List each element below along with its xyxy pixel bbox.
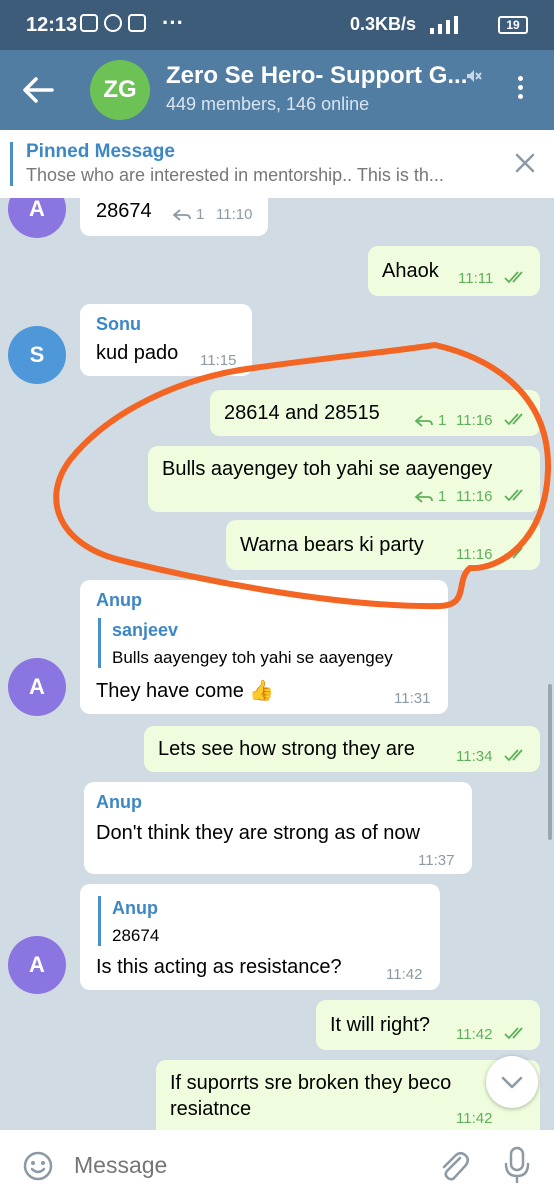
message-time: 11:15 [200, 352, 237, 369]
paytm-notification-icon [128, 14, 146, 32]
message-bubble[interactable]: It will right? 11:42 [316, 1000, 540, 1050]
avatar[interactable]: S [8, 326, 66, 384]
message-bubble[interactable]: Lets see how strong they are 11:34 [144, 726, 540, 772]
reply-quote-bar [98, 896, 101, 946]
status-time: 12:13 [26, 14, 78, 36]
double-check-icon [504, 547, 523, 560]
message-input[interactable] [74, 1150, 414, 1180]
message-bubble[interactable]: 28674 1 11:10 [80, 198, 268, 236]
message-time: 11:16 [456, 412, 493, 429]
scroll-to-bottom-button[interactable] [486, 1056, 538, 1108]
message-bubble[interactable]: Ahaok 11:11 [368, 246, 540, 296]
sender-name[interactable]: Sonu [96, 314, 141, 335]
group-member-count: 449 members, 146 online [166, 94, 370, 114]
double-check-icon [504, 413, 523, 426]
message-notification-icon [80, 14, 98, 32]
sender-name[interactable]: Anup [96, 590, 142, 611]
message-text-line2: resiatnce [170, 1098, 252, 1120]
close-icon[interactable] [512, 150, 538, 176]
whatsapp-notification-icon [104, 14, 122, 32]
reply-text[interactable]: Bulls aayengey toh yahi se aayengey [112, 648, 393, 668]
more-notifications-icon: ··· [162, 10, 184, 35]
double-check-icon [504, 271, 523, 284]
pinned-text: Those who are interested in mentorship..… [26, 165, 444, 185]
group-avatar[interactable]: ZG [90, 60, 150, 120]
message-time: 11:34 [456, 748, 493, 765]
message-time: 11:37 [418, 852, 455, 869]
scrollbar[interactable] [548, 684, 552, 840]
message-text: It will right? [330, 1014, 431, 1036]
message-bubble[interactable]: Anup sanjeev Bulls aayengey toh yahi se … [80, 580, 448, 714]
chat-header: ZG Zero Se Hero- Support G... 449 member… [0, 50, 554, 130]
avatar[interactable]: A [8, 936, 66, 994]
status-bar: 12:13 ··· 0.3KB/s 19 [0, 0, 554, 50]
message-text: Lets see how strong they are [158, 738, 415, 760]
reply-count: 1 [438, 412, 447, 429]
message-time: 11:31 [394, 690, 431, 707]
group-title[interactable]: Zero Se Hero- Support G... [166, 62, 466, 90]
message-text: kud pado [96, 342, 179, 364]
message-time: 11:16 [456, 488, 493, 505]
message-list[interactable]: A 28674 1 11:10 Ahaok 11:11 S Sonu kud p… [0, 198, 554, 1130]
message-bubble[interactable]: 28614 and 28515 1 11:16 [210, 390, 540, 436]
double-check-icon [504, 749, 523, 762]
mic-icon[interactable] [502, 1146, 532, 1184]
message-time: 11:11 [458, 270, 494, 287]
signal-icon [430, 14, 458, 34]
battery-icon: 19 [498, 16, 528, 34]
reply-quote-bar [98, 618, 101, 668]
reply-count-icon [414, 415, 433, 427]
message-bubble[interactable]: Warna bears ki party 11:16 [226, 520, 540, 570]
reply-count: 1 [196, 206, 205, 223]
reply-count: 1 [438, 488, 447, 505]
sender-name[interactable]: Anup [96, 792, 142, 813]
message-time: 11:16 [456, 546, 493, 563]
double-check-icon [504, 489, 523, 502]
message-text: Is this acting as resistance? [96, 956, 342, 978]
message-text: Warna bears ki party [240, 534, 424, 556]
message-bubble[interactable]: Sonu kud pado 11:15 [80, 304, 252, 376]
notification-icons [80, 14, 146, 32]
attach-icon[interactable] [436, 1148, 470, 1184]
message-text: They have come 👍 [96, 680, 275, 702]
reply-text[interactable]: 28674 [112, 926, 159, 946]
message-bubble[interactable]: Bulls aayengey toh yahi se aayengey 1 11… [148, 446, 540, 512]
message-text: 28674 [96, 200, 152, 222]
message-text-line1: If suporrts sre broken they beco [170, 1072, 452, 1094]
reply-count-icon [172, 209, 191, 221]
message-time: 11:42 [456, 1110, 493, 1127]
message-bubble[interactable]: Anup 28674 Is this acting as resistance?… [80, 884, 440, 990]
mute-icon [467, 70, 482, 82]
pinned-label: Pinned Message [26, 141, 175, 162]
reply-count-icon [414, 491, 433, 503]
back-arrow-icon[interactable] [18, 72, 58, 108]
avatar[interactable]: A [8, 198, 66, 238]
pinned-indicator [10, 142, 13, 186]
chevron-down-icon [501, 1076, 523, 1089]
message-time: 11:10 [216, 206, 253, 223]
avatar[interactable]: A [8, 658, 66, 716]
message-time: 11:42 [456, 1026, 493, 1043]
more-vert-icon[interactable] [508, 76, 532, 106]
reply-sender[interactable]: Anup [112, 898, 158, 919]
message-input-bar [0, 1130, 554, 1200]
reply-sender[interactable]: sanjeev [112, 620, 178, 641]
emoji-icon[interactable] [22, 1150, 54, 1182]
net-speed: 0.3KB/s [350, 14, 417, 34]
pinned-message-bar[interactable]: Pinned Message Those who are interested … [0, 130, 554, 198]
message-time: 11:42 [386, 966, 423, 983]
message-text: Don't think they are strong as of now [96, 822, 420, 844]
message-text: Ahaok [382, 260, 439, 282]
message-bubble[interactable]: If suporrts sre broken they beco resiatn… [156, 1060, 540, 1130]
message-text: 28614 and 28515 [224, 402, 380, 424]
double-check-icon [504, 1027, 523, 1040]
message-bubble[interactable]: Anup Don't think they are strong as of n… [84, 782, 472, 874]
message-text: Bulls aayengey toh yahi se aayengey [162, 458, 493, 480]
